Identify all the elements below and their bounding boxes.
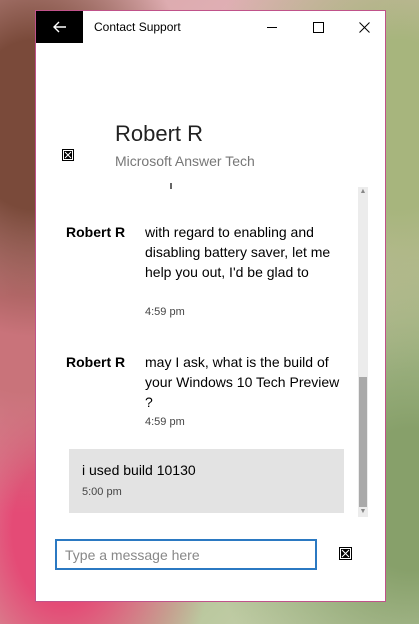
message-text: with regard to enabling and disabling ba… [145,224,331,280]
chat-scrollbar[interactable]: ▲ ▼ [358,187,368,517]
message-time: 4:59 pm [145,416,185,428]
send-button[interactable] [339,547,352,560]
clipped-text-fragment [170,183,172,189]
maximize-icon [312,21,324,33]
minimize-button[interactable] [249,11,295,43]
scroll-down-icon[interactable]: ▼ [358,507,368,517]
message-sender: Robert R [66,354,126,370]
broken-image-icon [341,549,350,558]
agent-role: Microsoft Answer Tech [115,153,255,169]
title-bar: Contact Support [36,11,385,43]
back-arrow-icon [52,21,66,33]
back-button[interactable] [36,11,83,43]
maximize-button[interactable] [295,11,341,43]
close-icon [358,21,370,33]
message-input[interactable] [55,539,317,570]
user-message-bubble: i used build 10130 5:00 pm [69,449,344,513]
message-sender: Robert R [66,224,126,240]
scroll-thumb[interactable] [359,377,367,507]
minimize-icon [266,26,277,28]
close-button[interactable] [341,11,387,43]
contact-support-window: Contact Support Robert R Microsoft Answe… [35,10,386,602]
user-message-time: 5:00 pm [82,486,122,498]
message-time: 4:59 pm [145,306,185,318]
message-text: may I ask, what is the build of your Win… [145,354,340,410]
scroll-up-icon[interactable]: ▲ [358,187,368,197]
agent-name: Robert R [115,121,204,146]
window-title: Contact Support [94,20,181,34]
user-message-text: i used build 10130 [82,462,196,478]
broken-image-icon [62,149,74,161]
